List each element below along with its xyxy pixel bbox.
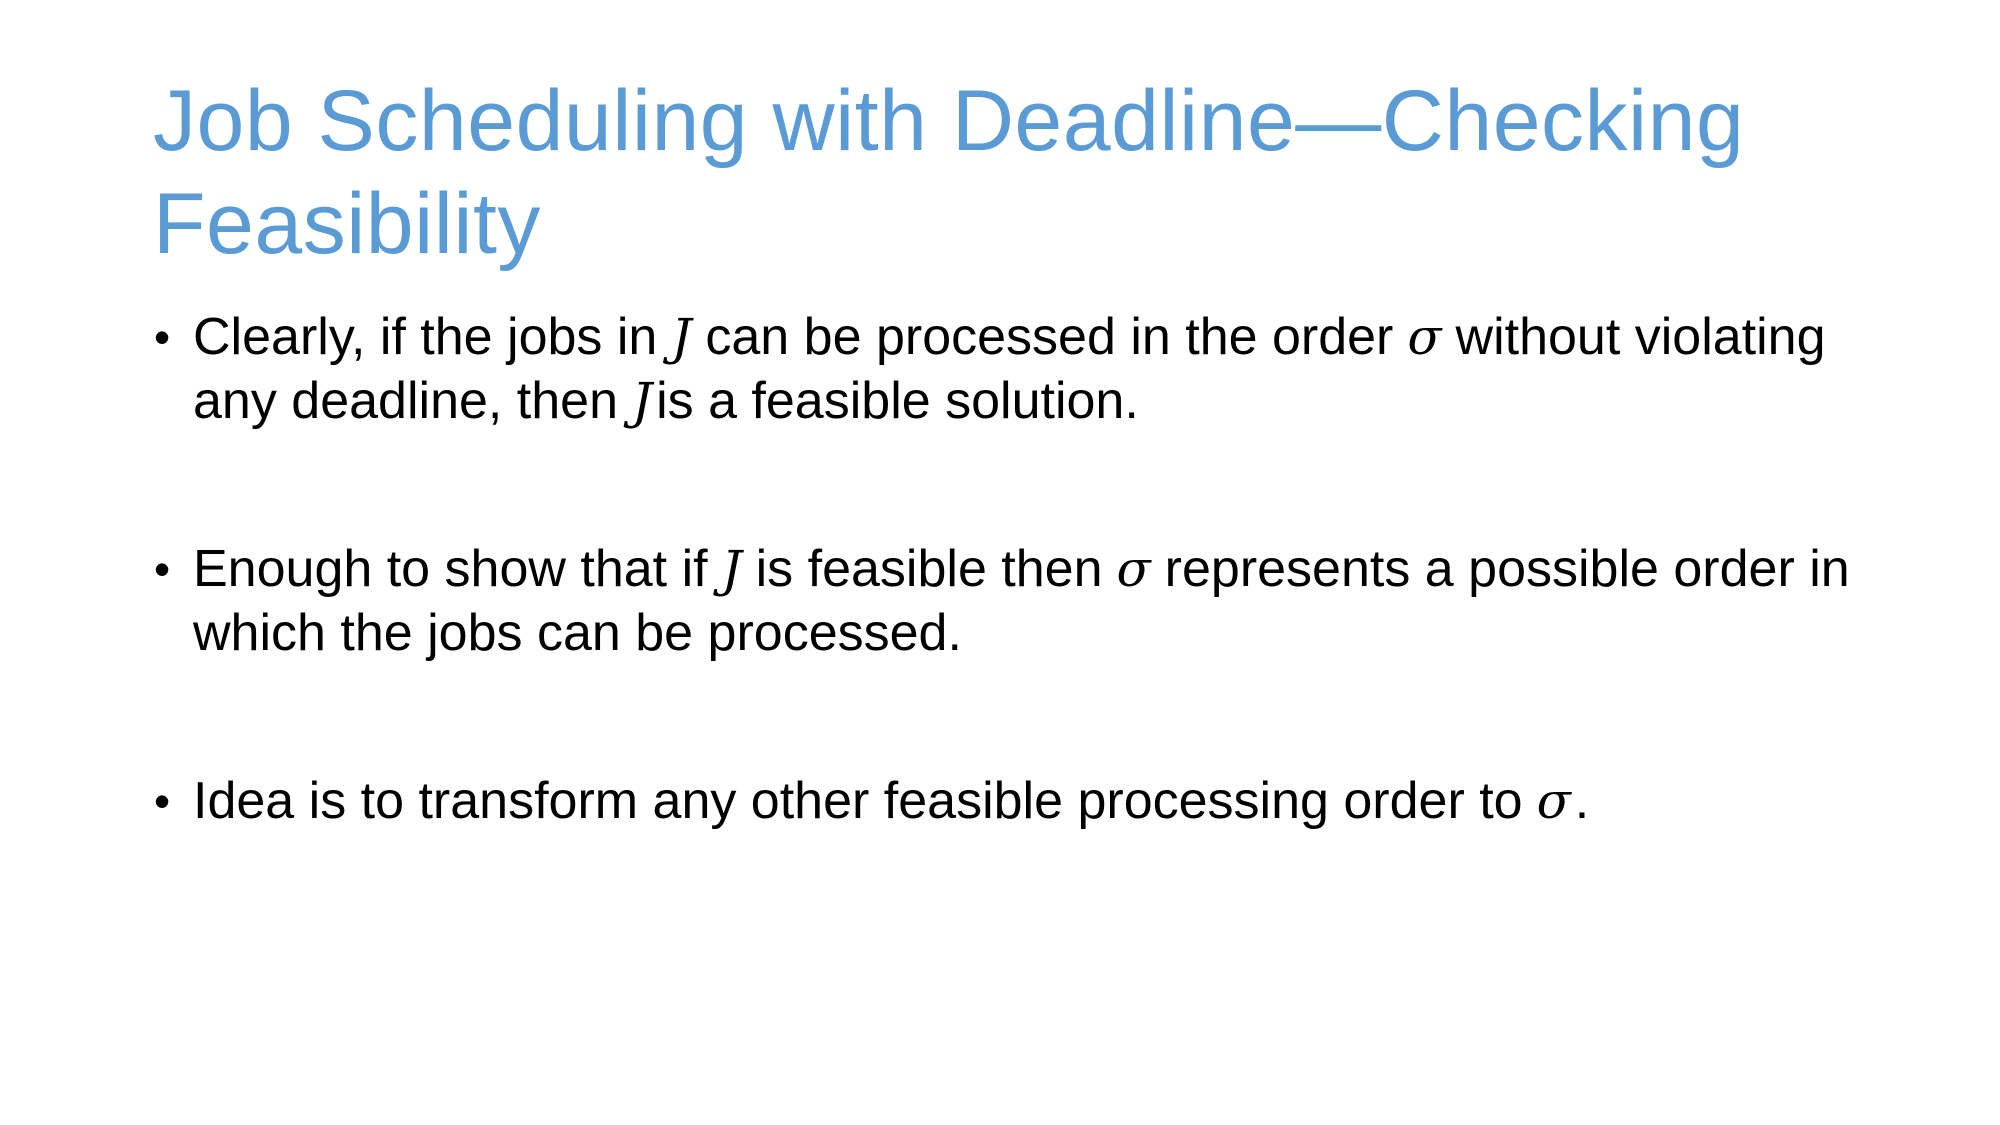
slide-title: Job Scheduling with Deadline—Checking Fe… bbox=[153, 73, 1745, 272]
math-symbol-sigma: σ bbox=[1116, 540, 1151, 598]
bullet-item-1: • Clearly, if the jobs in Jcan be process… bbox=[150, 305, 1870, 433]
bullet-text: Enough to show that if bbox=[193, 540, 708, 598]
bullet-text: is feasible then bbox=[755, 540, 1103, 598]
bullet-text: is a feasible solution. bbox=[656, 372, 1139, 430]
bullet-marker: • bbox=[154, 775, 171, 827]
math-symbol-sigma: σ bbox=[1536, 772, 1571, 830]
bullet-list: • Clearly, if the jobs in Jcan be process… bbox=[150, 305, 1870, 833]
slide: Job Scheduling with Deadline—Checking Fe… bbox=[0, 0, 2000, 1125]
bullet-text: can be processed in the order bbox=[705, 308, 1394, 366]
bullet-text: Idea is to transform any other feasible … bbox=[193, 772, 1523, 830]
math-symbol-j: J bbox=[721, 540, 742, 598]
bullet-item-3: • Idea is to transform any other feasibl… bbox=[150, 769, 1870, 833]
bullet-text: . bbox=[1574, 772, 1590, 830]
math-symbol-j: J bbox=[632, 372, 653, 430]
bullet-marker: • bbox=[154, 311, 171, 363]
bullet-item-2: • Enough to show that if Jis feasible the… bbox=[150, 537, 1870, 665]
math-symbol-j: J bbox=[671, 308, 692, 366]
bullet-text: Clearly, if the jobs in bbox=[193, 308, 658, 366]
bullet-marker: • bbox=[154, 543, 171, 595]
math-symbol-sigma: σ bbox=[1407, 308, 1442, 366]
